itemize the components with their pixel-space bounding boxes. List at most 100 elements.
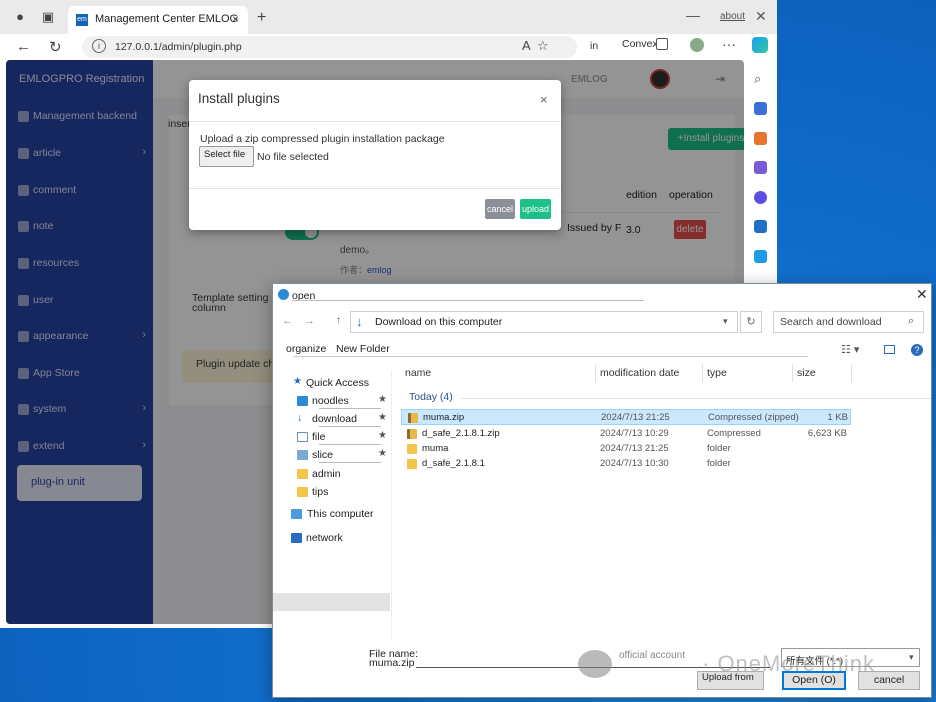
column-size[interactable]: size	[797, 367, 816, 379]
nav-this-computer[interactable]: This computer	[281, 507, 389, 523]
telegram-send-icon[interactable]	[754, 250, 767, 263]
pin-icon[interactable]: ★	[378, 412, 387, 423]
address-bar[interactable]: ↓ Download on this computer ▾	[350, 311, 738, 333]
network-icon	[291, 533, 302, 543]
refresh-icon[interactable]: ↻	[740, 311, 762, 333]
view-options-icon[interactable]: ☷ ▾	[841, 343, 859, 356]
nav-selection-highlight	[273, 593, 390, 611]
new-tab-icon[interactable]: +	[257, 9, 266, 27]
tab-bar: ● ▣ em Management Center EMLOG × + — abo…	[0, 0, 777, 34]
help-icon[interactable]: ?	[911, 344, 923, 356]
extension-in[interactable]: in	[590, 40, 598, 52]
column-name[interactable]: name	[405, 367, 431, 379]
extension-icon[interactable]	[690, 38, 704, 52]
pin-icon[interactable]: ★	[378, 430, 387, 441]
nav-noodles[interactable]: noodles ★	[281, 394, 389, 410]
back-arrow-icon[interactable]: ←	[282, 315, 293, 327]
select-file-label: Select file	[204, 149, 246, 160]
divider	[189, 188, 561, 189]
modal-close-icon[interactable]: ×	[540, 92, 548, 107]
profile-icon[interactable]: ●	[12, 9, 28, 25]
refresh-icon[interactable]: ↻	[49, 38, 62, 56]
download-arrow-icon: ↓	[297, 412, 303, 424]
group-header[interactable]: Today (4)	[409, 391, 453, 403]
nav-tips[interactable]: tips	[281, 485, 389, 501]
back-arrow-icon[interactable]: ←	[16, 38, 31, 55]
file-row[interactable]: d_safe_2.1.8.1.zip 2024/7/13 10:29 Compr…	[401, 426, 851, 442]
watermark-brand: · OneMoreThink	[702, 651, 875, 676]
pin-icon[interactable]: ★	[378, 394, 387, 405]
nav-download[interactable]: ↓ download ★	[281, 412, 389, 428]
divider	[189, 121, 561, 122]
underline	[319, 408, 381, 409]
window-about[interactable]: about	[720, 11, 745, 22]
dialog-close-icon[interactable]: ✕	[916, 286, 928, 303]
cancel-button[interactable]: cancel	[485, 199, 515, 219]
file-row[interactable]: muma.zip 2024/7/13 21:25 Compressed (zip…	[401, 409, 851, 425]
new-folder-button[interactable]: New Folder	[336, 343, 390, 355]
download-arrow-icon: ↓	[356, 314, 363, 329]
workspaces-icon[interactable]: ▣	[40, 9, 56, 25]
modal-title: Install plugins	[198, 91, 280, 106]
underline	[319, 426, 381, 427]
microsoft-365-icon[interactable]	[754, 191, 767, 204]
organize-button[interactable]: organize	[286, 344, 326, 355]
minimize-icon[interactable]: —	[686, 7, 700, 23]
upload-button[interactable]: upload	[520, 199, 551, 219]
folder-icon	[407, 459, 417, 469]
nav-file[interactable]: file ★	[281, 430, 389, 446]
divider	[461, 398, 931, 399]
template-setting-label: Template setting column	[192, 292, 269, 314]
underline	[319, 462, 381, 463]
underline	[319, 444, 381, 445]
chevron-down-icon[interactable]: ▾	[723, 316, 728, 327]
pin-icon[interactable]: ★	[378, 448, 387, 459]
copilot-icon[interactable]	[752, 37, 768, 53]
column-date[interactable]: modification date	[600, 367, 679, 379]
filename-value[interactable]: muma.zip	[369, 657, 415, 669]
column-type[interactable]: type	[707, 367, 727, 379]
column-separator[interactable]	[792, 364, 793, 382]
read-aloud-icon[interactable]: A	[522, 38, 531, 53]
forward-arrow-icon[interactable]: →	[304, 315, 315, 327]
nav-slice[interactable]: slice ★	[281, 448, 389, 464]
preview-pane-icon[interactable]	[884, 345, 895, 354]
search-input[interactable]: Search and download ⌕	[773, 311, 924, 333]
favorite-star-icon[interactable]: ☆	[537, 38, 549, 54]
zip-file-icon	[408, 413, 418, 423]
address-bar[interactable]: i 127.0.0.1/admin/plugin.php A ☆	[82, 36, 577, 58]
tools-briefcase-icon[interactable]	[754, 132, 767, 145]
folder-icon	[297, 469, 308, 479]
zip-file-icon	[407, 429, 417, 439]
computer-icon	[291, 509, 302, 519]
no-file-text: No file selected	[257, 151, 329, 163]
extension-convex[interactable]: Convex	[622, 38, 658, 50]
games-icon[interactable]	[754, 161, 767, 174]
file-list: name modification date type size Today (…	[401, 364, 931, 644]
divider	[391, 370, 392, 640]
shopping-tag-icon[interactable]	[754, 102, 767, 115]
outlook-icon[interactable]	[754, 220, 767, 233]
info-icon[interactable]: i	[92, 39, 106, 53]
column-separator[interactable]	[851, 364, 852, 382]
nav-network[interactable]: network	[281, 531, 389, 547]
tab-close-icon[interactable]: ×	[232, 12, 239, 26]
more-menu-icon[interactable]: ···	[722, 36, 736, 52]
up-folder-icon[interactable]: ↑	[336, 315, 341, 326]
column-separator[interactable]	[702, 364, 703, 382]
filename-label: File name: muma.zip	[369, 649, 418, 669]
window-close-icon[interactable]: ✕	[755, 8, 767, 25]
address-path: Download on this computer	[375, 316, 503, 328]
collections-icon[interactable]	[656, 38, 668, 50]
select-file-button[interactable]: Select file	[199, 146, 254, 167]
file-row[interactable]: d_safe_2.1.8.1 2024/7/13 10:30 folder	[401, 456, 851, 472]
divider	[292, 300, 644, 301]
url-text: 127.0.0.1/admin/plugin.php	[115, 41, 242, 53]
tab-title: Management Center EMLOG	[95, 13, 239, 25]
browser-tab[interactable]: em Management Center EMLOG ×	[68, 6, 248, 34]
nav-admin[interactable]: admin	[281, 467, 389, 483]
nav-quick-access[interactable]: ★ Quick Access	[281, 376, 389, 392]
column-separator[interactable]	[595, 364, 596, 382]
search-icon[interactable]: ⌕	[754, 71, 767, 86]
file-row[interactable]: muma 2024/7/13 21:25 folder	[401, 441, 851, 457]
